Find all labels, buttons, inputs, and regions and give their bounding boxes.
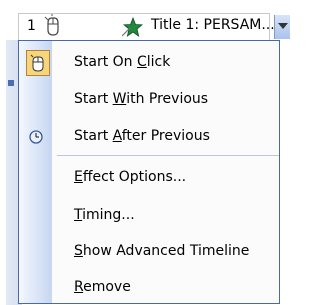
animation-index: 1 [27, 18, 36, 34]
panel-marker [8, 80, 14, 86]
left-edge-strip [0, 0, 6, 305]
menu-item-effect-options[interactable]: Effect Options... [19, 161, 279, 195]
menu-item-label: Remove [74, 279, 131, 295]
menu-item-start-after-previous[interactable]: Start After Previous [19, 120, 279, 154]
effect-star-icon [122, 16, 144, 37]
animation-combo[interactable]: 1 Title 1: PERSAM... [0, 0, 290, 41]
menu-item-label: Timing... [74, 207, 135, 223]
menu-item-show-advanced-timeline[interactable]: Show Advanced Timeline [19, 235, 279, 269]
menu-item-label: Start With Previous [74, 91, 209, 107]
menu-item-label: Start On Click [74, 54, 171, 70]
context-menu: Start On Click Start With Previous Start… [18, 40, 280, 304]
mouse-click-icon [30, 54, 44, 72]
menu-item-timing[interactable]: Timing... [19, 199, 279, 233]
dropdown-arrow-button[interactable] [274, 15, 290, 39]
mouse-click-icon [44, 14, 59, 36]
clock-icon [29, 130, 43, 144]
menu-separator [57, 155, 279, 156]
menu-item-start-with-previous[interactable]: Start With Previous [19, 83, 279, 117]
menu-item-label: Start After Previous [74, 128, 210, 144]
animation-title: Title 1: PERSAM... [151, 17, 275, 33]
menu-item-label: Effect Options... [74, 169, 187, 185]
menu-item-start-on-click[interactable]: Start On Click [19, 46, 279, 80]
menu-item-label: Show Advanced Timeline [74, 243, 250, 259]
menu-item-remove[interactable]: Remove [19, 271, 279, 305]
